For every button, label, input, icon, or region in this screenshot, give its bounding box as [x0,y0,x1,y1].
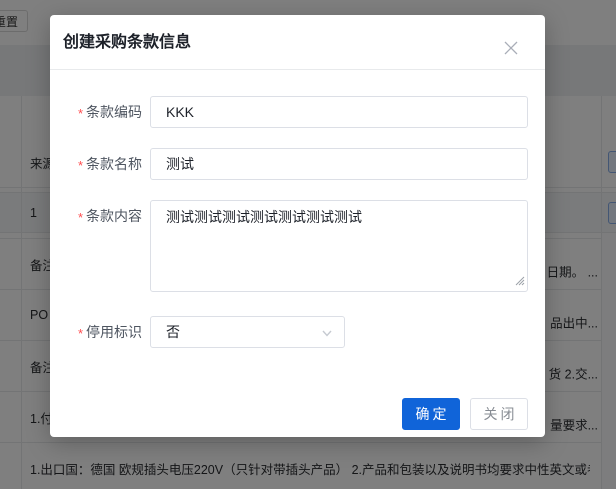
confirm-button[interactable]: 确定 [402,398,460,430]
screen: 重置 来源 1 备注 日期。 ... PO 品出中... [0,0,616,489]
required-mark: * [77,210,83,225]
disable-flag-select[interactable]: 否 [150,316,345,348]
terms-code-input[interactable] [150,96,528,128]
field-terms-code: * 条款编码 [50,96,528,130]
close-button[interactable]: 关闭 [470,398,528,430]
terms-content-label: * 条款内容 [77,208,142,225]
field-disable-flag: * 停用标识 否 [50,316,528,350]
dialog-footer: 确定 关闭 [50,398,545,430]
terms-name-input[interactable] [150,148,528,180]
required-mark: * [77,326,83,341]
field-terms-content: * 条款内容 测试测试测试测试测试测试测试 [50,200,528,297]
dialog-body: *条款编码 *条款名称 *条款内容 测试测试测试测试测试 [50,70,545,350]
chevron-down-icon [320,326,334,343]
terms-code-label: * 条款编码 [77,104,142,121]
resize-handle-icon[interactable] [515,273,525,291]
disable-flag-label: * 停用标识 [77,324,142,341]
create-purchase-terms-dialog: 创建采购条款信息 *条款编码 *条款名称 [50,15,545,437]
terms-name-label: * 条款名称 [77,156,142,173]
field-terms-name: * 条款名称 [50,148,528,182]
dialog-title: 创建采购条款信息 [63,34,192,51]
required-mark: * [77,106,83,121]
required-mark: * [77,158,83,173]
close-icon[interactable] [503,40,519,56]
terms-content-textarea[interactable]: 测试测试测试测试测试测试测试 [150,200,528,292]
selected-value: 否 [166,324,180,340]
dialog-header: 创建采购条款信息 [50,15,545,70]
